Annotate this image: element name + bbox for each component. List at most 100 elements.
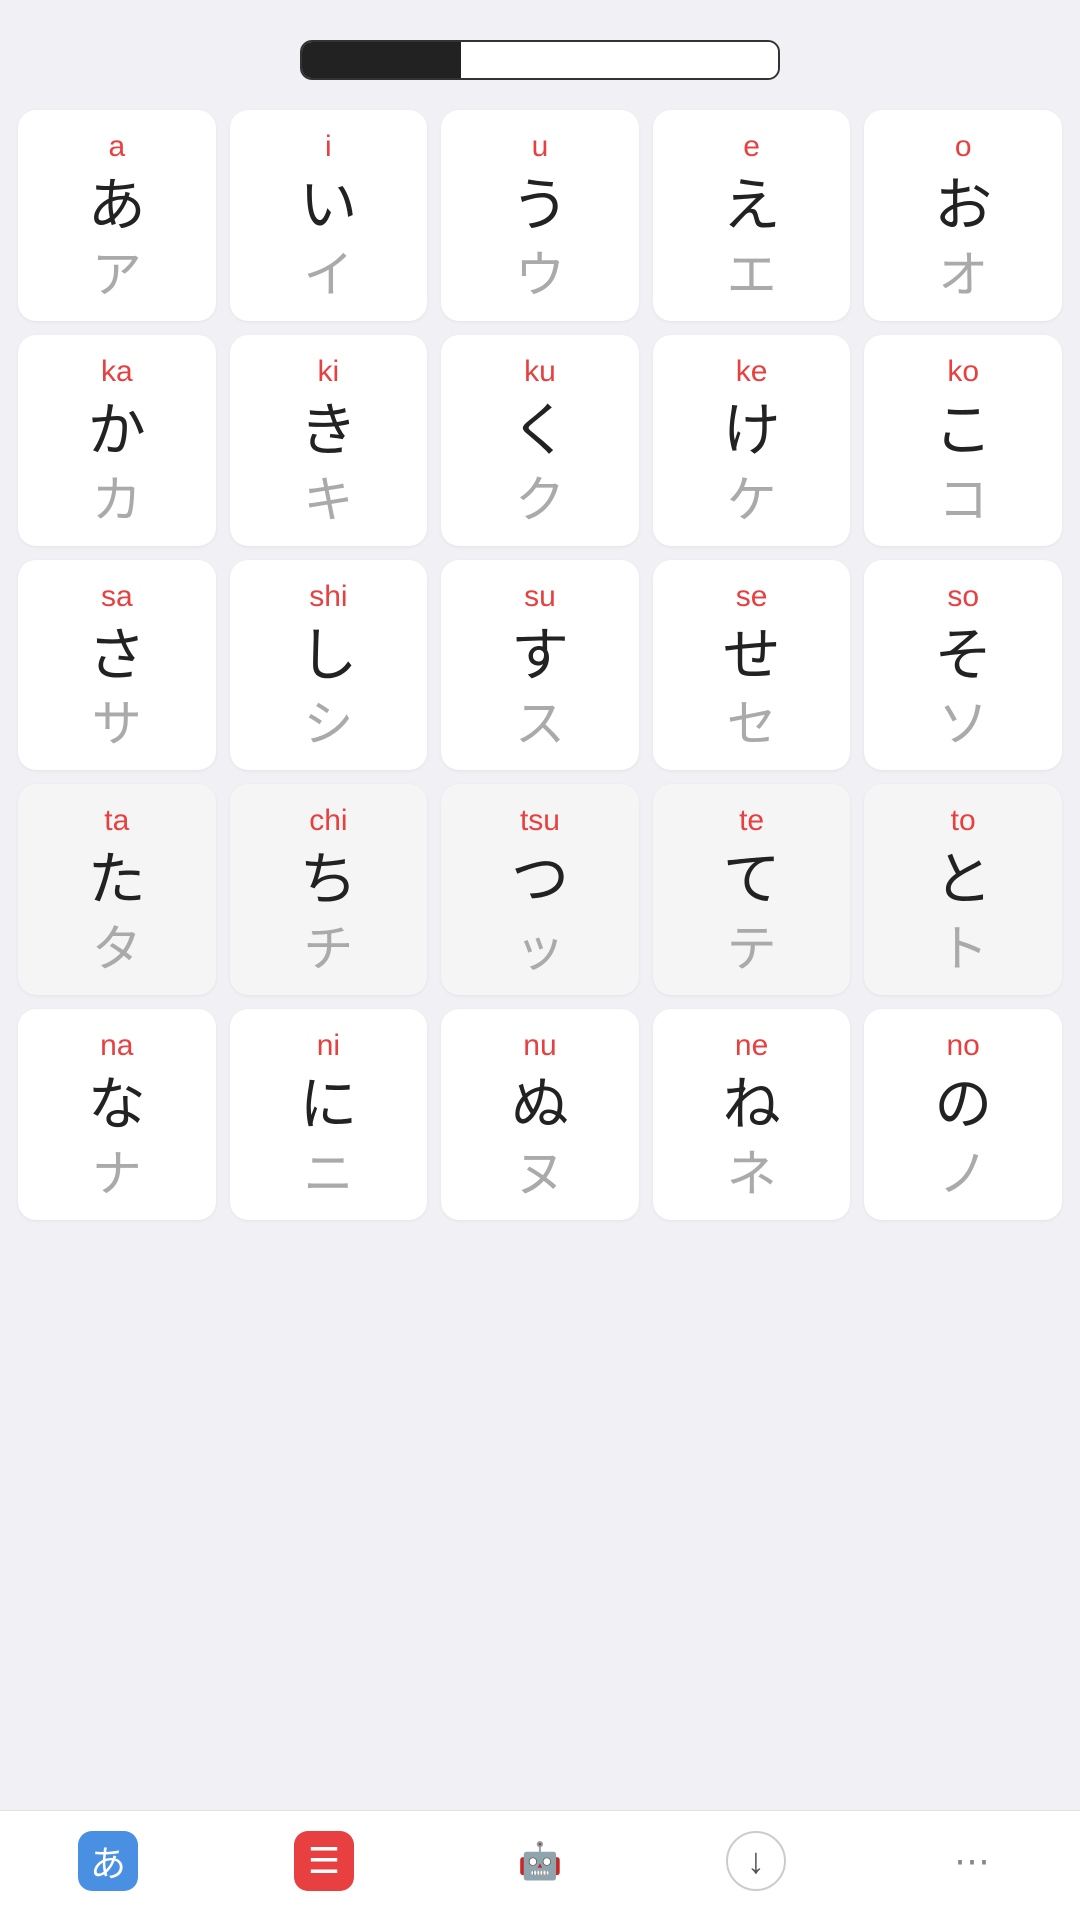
hiragana-label: か — [88, 399, 146, 463]
hiragana-label: こ — [934, 399, 992, 463]
romaji-label: ki — [318, 355, 340, 389]
katakana-label: ッ — [515, 922, 565, 977]
romaji-label: ne — [735, 1029, 768, 1063]
kana-card-tsu[interactable]: tsu つッ — [441, 784, 639, 995]
romaji-label: no — [947, 1029, 980, 1063]
katakana-label: ウ — [515, 248, 565, 303]
hiragana-label: す — [511, 624, 569, 688]
more-icon: ⋯ — [942, 1831, 1002, 1891]
katakana-label: オ — [938, 248, 988, 303]
romaji-label: i — [325, 130, 332, 164]
kana-card-ni[interactable]: ni にニ — [230, 1009, 428, 1220]
robot-icon: 🤖 — [510, 1831, 570, 1891]
kana-card-ko[interactable]: ko こコ — [864, 335, 1062, 546]
romaji-label: shi — [309, 580, 347, 614]
list-icon: ☰ — [294, 1831, 354, 1891]
katakana-label: ニ — [303, 1147, 353, 1202]
bottom-nav: あ ☰ 🤖 ↓ ⋯ — [0, 1810, 1080, 1920]
hiragana-label: き — [299, 399, 357, 463]
katakana-label: チ — [303, 922, 353, 977]
hiragana-label: と — [934, 848, 992, 912]
hiragana-label: さ — [88, 624, 146, 688]
romaji-label: sa — [101, 580, 133, 614]
katakana-label: コ — [938, 473, 988, 528]
kana-card-no[interactable]: noのノ — [864, 1009, 1062, 1220]
nav-item-hiragana[interactable]: あ — [78, 1831, 138, 1891]
katakana-label: エ — [727, 248, 777, 303]
kana-card-na[interactable]: naなナ — [18, 1009, 216, 1220]
katakana-label: ア — [92, 248, 142, 303]
down-icon: ↓ — [726, 1831, 786, 1891]
hiragana-label: ぬ — [511, 1073, 569, 1137]
hiragana-label: ち — [299, 848, 357, 912]
romaji-label: ni — [317, 1029, 340, 1063]
kana-card-su[interactable]: suすス — [441, 560, 639, 771]
romaji-label: a — [108, 130, 125, 164]
katakana-label: テ — [727, 922, 777, 977]
romaji-label: nu — [523, 1029, 556, 1063]
kana-card-ka[interactable]: ka かカ — [18, 335, 216, 546]
kana-card-sa[interactable]: saさサ — [18, 560, 216, 771]
kana-card-ku[interactable]: ku くク — [441, 335, 639, 546]
kana-card-e[interactable]: eえエ — [653, 110, 851, 321]
katakana-label: ヌ — [515, 1147, 565, 1202]
romaji-label: chi — [309, 804, 347, 838]
tab-youon[interactable] — [619, 42, 778, 78]
katakana-label: ネ — [727, 1147, 777, 1202]
hiragana-label: に — [299, 1073, 357, 1137]
kana-card-ne[interactable]: ne ねネ — [653, 1009, 851, 1220]
hiragana-label: の — [934, 1073, 992, 1137]
hiragana-label: た — [88, 848, 146, 912]
hiragana-label: お — [934, 174, 992, 238]
romaji-label: u — [532, 130, 549, 164]
romaji-label: se — [736, 580, 768, 614]
hiragana-label: ね — [723, 1073, 781, 1137]
kana-card-to[interactable]: toとト — [864, 784, 1062, 995]
romaji-label: o — [955, 130, 972, 164]
romaji-label: ka — [101, 355, 133, 389]
romaji-label: to — [951, 804, 976, 838]
kana-card-te[interactable]: teてテ — [653, 784, 851, 995]
katakana-label: ケ — [727, 473, 777, 528]
hiragana-label: つ — [511, 848, 569, 912]
kana-grid: aあアiいイuうウeえエoおオkaかカkiきキkuくクkeけケkoこコsaさサs… — [0, 110, 1080, 1340]
romaji-label: ku — [524, 355, 556, 389]
kana-card-u[interactable]: uうウ — [441, 110, 639, 321]
romaji-label: tsu — [520, 804, 560, 838]
katakana-label: ス — [515, 697, 565, 752]
hiragana-label: な — [88, 1073, 146, 1137]
nav-item-more[interactable]: ⋯ — [942, 1831, 1002, 1891]
hiragana-label: そ — [934, 624, 992, 688]
katakana-label: カ — [92, 473, 142, 528]
kana-card-shi[interactable]: shiしシ — [230, 560, 428, 771]
romaji-label: ko — [947, 355, 979, 389]
kana-card-o[interactable]: oおオ — [864, 110, 1062, 321]
hiragana-label: し — [299, 624, 357, 688]
kana-card-ke[interactable]: keけケ — [653, 335, 851, 546]
tab-dakuon[interactable] — [461, 42, 620, 78]
hiragana-label: け — [723, 399, 781, 463]
hiragana-label: あ — [88, 174, 146, 238]
katakana-label: キ — [303, 473, 353, 528]
kana-card-i[interactable]: iいイ — [230, 110, 428, 321]
kana-card-ki[interactable]: ki きキ — [230, 335, 428, 546]
romaji-label: ta — [104, 804, 129, 838]
katakana-label: ク — [515, 473, 565, 528]
kana-card-se[interactable]: se せセ — [653, 560, 851, 771]
nav-item-robot[interactable]: 🤖 — [510, 1831, 570, 1891]
hiragana-label: い — [299, 174, 357, 238]
kana-card-a[interactable]: aあア — [18, 110, 216, 321]
katakana-label: タ — [92, 922, 142, 977]
katakana-label: セ — [727, 697, 777, 752]
hiragana-label: せ — [723, 624, 781, 688]
tab-seion[interactable] — [302, 42, 461, 78]
nav-item-down[interactable]: ↓ — [726, 1831, 786, 1891]
tab-bar — [300, 40, 780, 80]
nav-item-list[interactable]: ☰ — [294, 1831, 354, 1891]
kana-card-ta[interactable]: ta たタ — [18, 784, 216, 995]
kana-card-nu[interactable]: nu ぬヌ — [441, 1009, 639, 1220]
kana-card-so[interactable]: soそソ — [864, 560, 1062, 771]
hiragana-label: く — [511, 399, 569, 463]
romaji-label: te — [739, 804, 764, 838]
kana-card-chi[interactable]: chi ちチ — [230, 784, 428, 995]
